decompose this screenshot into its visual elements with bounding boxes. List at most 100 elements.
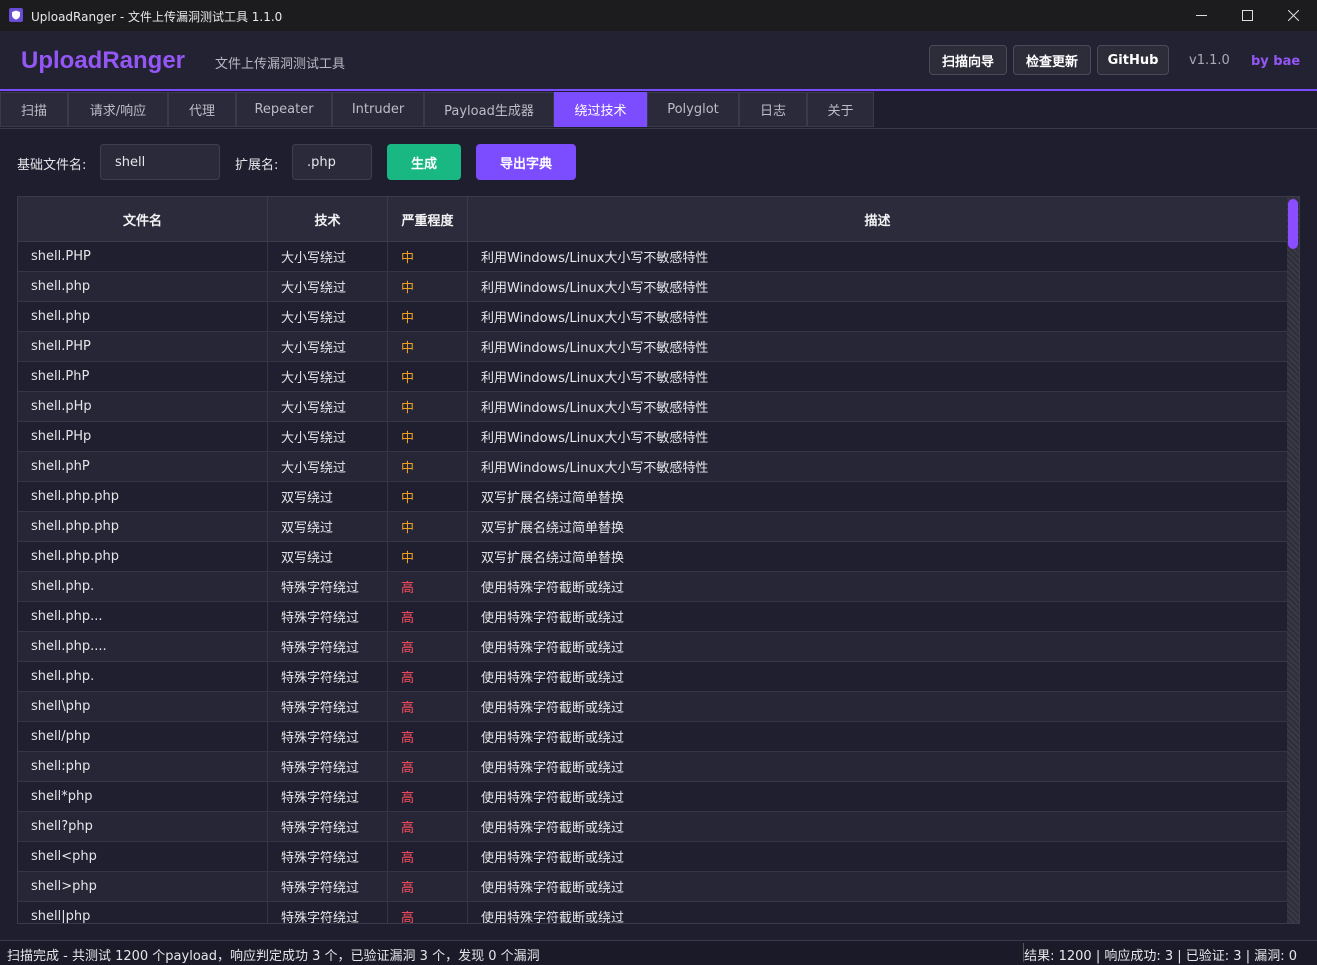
cell-severity: 高 xyxy=(388,662,468,691)
cell-severity: 高 xyxy=(388,782,468,811)
tab-request-response[interactable]: 请求/响应 xyxy=(68,92,168,127)
table-row[interactable]: shell.pHp 大小写绕过中利用Windows/Linux大小写不敏感特性 xyxy=(18,392,1287,422)
cell-filename: shell\php xyxy=(18,692,268,721)
table-row[interactable]: shell:php 特殊字符绕过高使用特殊字符截断或绕过 xyxy=(18,752,1287,782)
cell-description: 使用特殊字符截断或绕过 xyxy=(481,611,625,626)
table-row[interactable]: shell.php. 特殊字符绕过高使用特殊字符截断或绕过 xyxy=(18,662,1287,692)
export-dictionary-button[interactable]: 导出字典 xyxy=(476,144,576,180)
table-row[interactable]: shell.php.php 双写绕过中双写扩展名绕过简单替换 xyxy=(18,482,1287,512)
author-label: by bae xyxy=(1251,54,1301,69)
cell-severity: 中 xyxy=(388,422,468,451)
cell-severity: 高 xyxy=(388,692,468,721)
column-description[interactable]: 描述 xyxy=(468,197,1287,241)
github-button[interactable]: GitHub xyxy=(1097,45,1169,75)
cell-severity: 中 xyxy=(388,302,468,331)
cell-technique: 特殊字符绕过 xyxy=(268,902,388,923)
table-row[interactable]: shell\php 特殊字符绕过高使用特殊字符截断或绕过 xyxy=(18,692,1287,722)
table-row[interactable]: shell.php 大小写绕过中利用Windows/Linux大小写不敏感特性 xyxy=(18,272,1287,302)
close-icon[interactable] xyxy=(1270,0,1316,31)
cell-description: 使用特殊字符截断或绕过 xyxy=(481,911,625,924)
maximize-icon[interactable] xyxy=(1224,0,1270,31)
cell-technique: 特殊字符绕过 xyxy=(268,722,388,751)
cell-filename: shell.PHP xyxy=(18,332,268,361)
tab-repeater[interactable]: Repeater xyxy=(236,92,332,127)
cell-filename: shell.php xyxy=(18,302,268,331)
cell-technique: 大小写绕过 xyxy=(268,302,388,331)
scrollbar-thumb[interactable] xyxy=(1288,199,1298,249)
table-row[interactable]: shell*php 特殊字符绕过高使用特殊字符截断或绕过 xyxy=(18,782,1287,812)
app-header: UploadRanger 文件上传漏洞测试工具 扫描向导 检查更新 GitHub… xyxy=(0,31,1317,91)
tab-bypass-techniques[interactable]: 绕过技术 xyxy=(554,92,647,127)
cell-description: 使用特殊字符截断或绕过 xyxy=(481,581,625,596)
brand-subtitle: 文件上传漏洞测试工具 xyxy=(215,57,346,72)
tab-polyglot[interactable]: Polyglot xyxy=(647,92,739,127)
cell-severity: 高 xyxy=(388,842,468,871)
table-row[interactable]: shell.php.... 特殊字符绕过高使用特殊字符截断或绕过 xyxy=(18,632,1287,662)
cell-filename: shell?php xyxy=(18,812,268,841)
cell-description: 使用特殊字符截断或绕过 xyxy=(481,671,625,686)
table-row[interactable]: shell.PHP 大小写绕过中利用Windows/Linux大小写不敏感特性 xyxy=(18,242,1287,272)
cell-severity: 高 xyxy=(388,722,468,751)
table-row[interactable]: shell|php 特殊字符绕过高使用特殊字符截断或绕过 xyxy=(18,902,1287,924)
cell-filename: shell.php. xyxy=(18,572,268,601)
cell-technique: 大小写绕过 xyxy=(268,392,388,421)
table-row[interactable]: shell<php 特殊字符绕过高使用特殊字符截断或绕过 xyxy=(18,842,1287,872)
cell-severity: 中 xyxy=(388,362,468,391)
table-row[interactable]: shell?php 特殊字符绕过高使用特殊字符截断或绕过 xyxy=(18,812,1287,842)
cell-severity: 中 xyxy=(388,482,468,511)
cell-technique: 特殊字符绕过 xyxy=(268,602,388,631)
column-technique[interactable]: 技术 xyxy=(268,197,388,241)
table-scrollbar[interactable] xyxy=(1287,197,1299,923)
column-filename[interactable]: 文件名 xyxy=(18,197,268,241)
bypass-table: 文件名 技术 严重程度 描述 shell.PHP 大小写绕过中利用Windows/… xyxy=(17,196,1300,924)
tab-intruder[interactable]: Intruder xyxy=(332,92,424,127)
tab-proxy[interactable]: 代理 xyxy=(168,92,236,127)
table-row[interactable]: shell.PHp 大小写绕过中利用Windows/Linux大小写不敏感特性 xyxy=(18,422,1287,452)
table-body: shell.PHP 大小写绕过中利用Windows/Linux大小写不敏感特性 sh… xyxy=(18,242,1287,924)
column-severity[interactable]: 严重程度 xyxy=(388,197,468,241)
cell-filename: shell.php xyxy=(18,272,268,301)
cell-filename: shell.pHp xyxy=(18,392,268,421)
extension-input[interactable]: .php xyxy=(292,144,372,180)
cell-description: 使用特殊字符截断或绕过 xyxy=(481,641,625,656)
cell-description: 使用特殊字符截断或绕过 xyxy=(481,821,625,836)
status-message: 扫描完成 - 共测试 1200 个payload，响应判定成功 3 个，已验证漏… xyxy=(7,949,540,964)
cell-description: 利用Windows/Linux大小写不敏感特性 xyxy=(481,341,709,356)
table-row[interactable]: shell.php.php 双写绕过中双写扩展名绕过简单替换 xyxy=(18,542,1287,572)
table-row[interactable]: shell/php 特殊字符绕过高使用特殊字符截断或绕过 xyxy=(18,722,1287,752)
cell-filename: shell.PhP xyxy=(18,362,268,391)
tab-payload-generator[interactable]: Payload生成器 xyxy=(424,92,554,127)
cell-filename: shell:php xyxy=(18,752,268,781)
tab-scan[interactable]: 扫描 xyxy=(0,92,68,127)
cell-description: 利用Windows/Linux大小写不敏感特性 xyxy=(481,461,709,476)
table-row[interactable]: shell.php. 特殊字符绕过高使用特殊字符截断或绕过 xyxy=(18,572,1287,602)
tab-log[interactable]: 日志 xyxy=(739,92,807,127)
cell-technique: 特殊字符绕过 xyxy=(268,572,388,601)
cell-severity: 高 xyxy=(388,632,468,661)
generate-button[interactable]: 生成 xyxy=(387,144,461,180)
cell-description: 使用特殊字符截断或绕过 xyxy=(481,851,625,866)
tab-about[interactable]: 关于 xyxy=(807,92,874,127)
cell-technique: 特殊字符绕过 xyxy=(268,842,388,871)
cell-technique: 双写绕过 xyxy=(268,512,388,541)
cell-severity: 高 xyxy=(388,812,468,841)
cell-severity: 高 xyxy=(388,902,468,923)
window-title: UploadRanger - 文件上传漏洞测试工具 1.1.0 xyxy=(31,10,283,24)
cell-filename: shell*php xyxy=(18,782,268,811)
table-row[interactable]: shell.php... 特殊字符绕过高使用特殊字符截断或绕过 xyxy=(18,602,1287,632)
cell-description: 使用特殊字符截断或绕过 xyxy=(481,791,625,806)
scan-wizard-button[interactable]: 扫描向导 xyxy=(929,45,1007,75)
check-update-button[interactable]: 检查更新 xyxy=(1013,45,1091,75)
minimize-icon[interactable] xyxy=(1178,0,1224,31)
cell-description: 双写扩展名绕过简单替换 xyxy=(481,521,625,536)
cell-filename: shell.PHP xyxy=(18,242,268,271)
base-filename-input[interactable]: shell xyxy=(100,144,220,180)
cell-severity: 中 xyxy=(388,542,468,571)
table-row[interactable]: shell.php 大小写绕过中利用Windows/Linux大小写不敏感特性 xyxy=(18,302,1287,332)
cell-technique: 大小写绕过 xyxy=(268,452,388,481)
table-row[interactable]: shell.php.php 双写绕过中双写扩展名绕过简单替换 xyxy=(18,512,1287,542)
table-row[interactable]: shell>php 特殊字符绕过高使用特殊字符截断或绕过 xyxy=(18,872,1287,902)
table-row[interactable]: shell.PhP 大小写绕过中利用Windows/Linux大小写不敏感特性 xyxy=(18,362,1287,392)
table-row[interactable]: shell.PHP 大小写绕过中利用Windows/Linux大小写不敏感特性 xyxy=(18,332,1287,362)
table-row[interactable]: shell.phP 大小写绕过中利用Windows/Linux大小写不敏感特性 xyxy=(18,452,1287,482)
